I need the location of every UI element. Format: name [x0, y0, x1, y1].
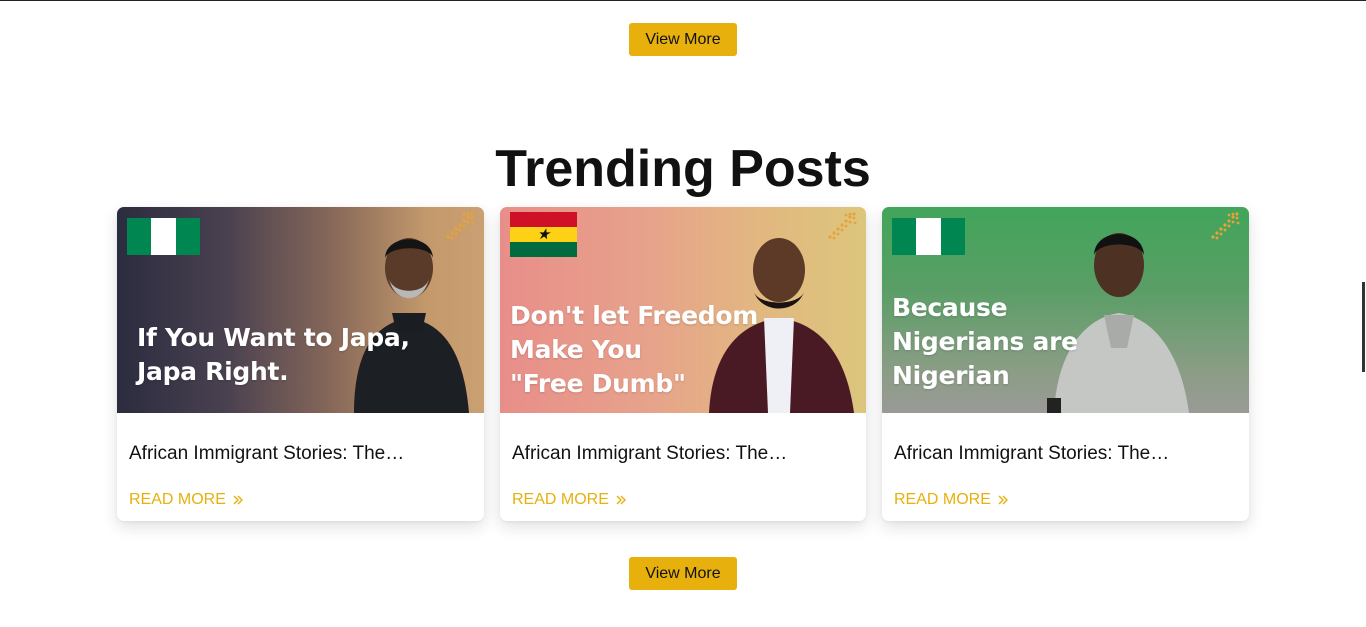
- read-more-label: READ MORE: [512, 491, 609, 508]
- double-chevron-right-icon: [998, 495, 1008, 505]
- double-chevron-right-icon: [233, 495, 243, 505]
- read-more-link[interactable]: READ MORE: [129, 491, 244, 509]
- view-more-button-bottom[interactable]: View More: [629, 557, 737, 590]
- view-more-button-top[interactable]: View More: [629, 23, 737, 56]
- post-card[interactable]: ★ Don't let Freedom Make You "Free Dumb"…: [500, 207, 866, 521]
- section-title: Trending Posts: [495, 140, 871, 198]
- double-chevron-right-icon: [616, 495, 626, 505]
- post-thumbnail[interactable]: If You Want to Japa, Japa Right.: [117, 207, 484, 413]
- nigeria-flag-icon: [127, 218, 200, 255]
- post-thumbnail[interactable]: Because Nigerians are Nigerian: [882, 207, 1249, 413]
- nigeria-flag-icon: [892, 218, 965, 255]
- read-more-link[interactable]: READ MORE: [512, 491, 627, 509]
- post-card[interactable]: If You Want to Japa, Japa Right. African…: [117, 207, 484, 521]
- top-divider: [0, 0, 1366, 1]
- thumbnail-headline: Don't let Freedom Make You "Free Dumb": [510, 301, 758, 398]
- read-more-label: READ MORE: [894, 491, 991, 508]
- arrow-logo-icon: [1211, 212, 1240, 240]
- scrollbar-thumb[interactable]: [1362, 282, 1365, 372]
- post-card[interactable]: Because Nigerians are Nigerian African I…: [882, 207, 1249, 521]
- thumbnail-headline: If You Want to Japa, Japa Right.: [137, 323, 410, 386]
- post-thumbnail[interactable]: ★ Don't let Freedom Make You "Free Dumb": [500, 207, 866, 413]
- read-more-label: READ MORE: [129, 491, 226, 508]
- thumbnail-headline: Because Nigerians are Nigerian: [892, 293, 1078, 390]
- ghana-flag-icon: ★: [510, 212, 577, 257]
- post-title[interactable]: African Immigrant Stories: The…: [894, 443, 1234, 465]
- read-more-link[interactable]: READ MORE: [894, 491, 1009, 509]
- post-title[interactable]: African Immigrant Stories: The…: [512, 443, 852, 465]
- post-title[interactable]: African Immigrant Stories: The…: [129, 443, 469, 465]
